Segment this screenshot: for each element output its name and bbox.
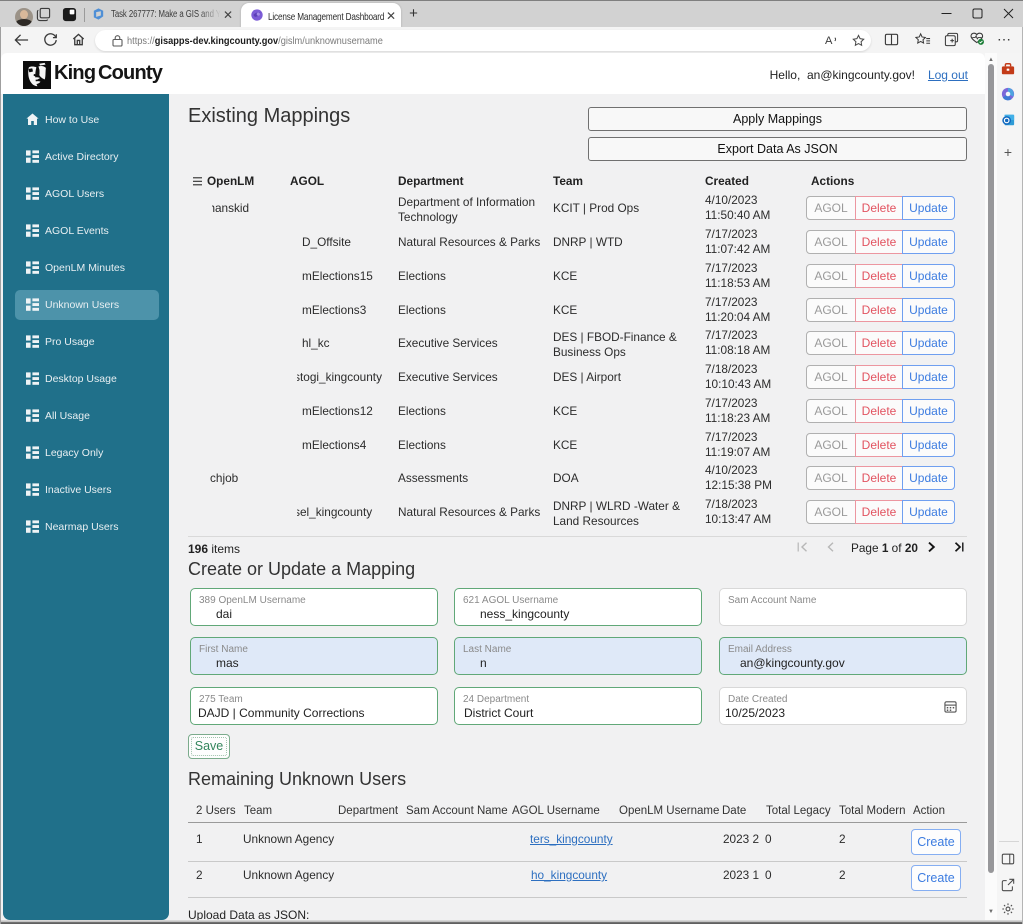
svg-text:A: A xyxy=(825,35,833,47)
